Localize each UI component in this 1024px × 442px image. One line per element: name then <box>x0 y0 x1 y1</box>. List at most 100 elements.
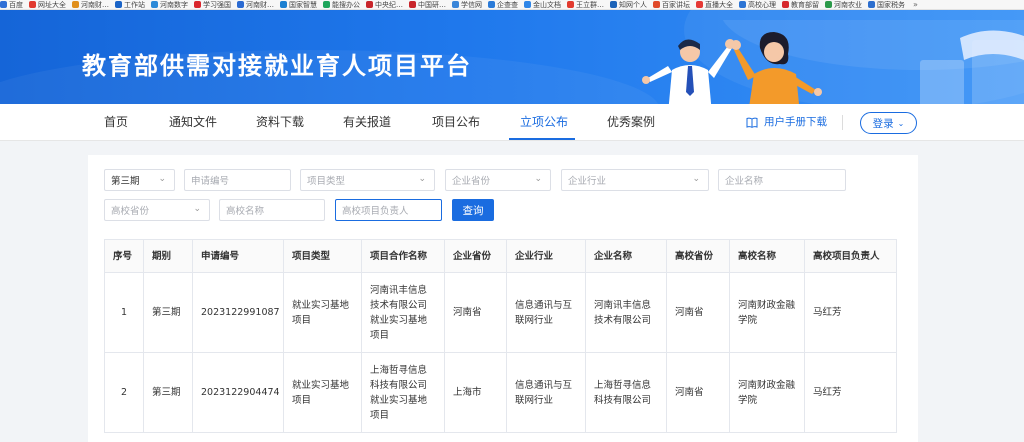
bookmark-label: 王立群… <box>576 0 604 9</box>
bookmark-label: 河南数字 <box>160 0 188 9</box>
bookmark-item[interactable]: 网址大全 <box>29 0 66 9</box>
bookmark-item[interactable]: 河南农业 <box>825 0 862 9</box>
bookmark-item[interactable]: 金山文档 <box>524 0 561 9</box>
bookmark-favicon-icon <box>524 1 531 8</box>
application-number-input[interactable]: 申请编号 <box>184 169 291 191</box>
chevron-down-icon: ⌄ <box>534 174 542 184</box>
enterprise-name-placeholder: 企业名称 <box>725 176 764 187</box>
bookmark-item[interactable]: 知网个人 <box>610 0 647 9</box>
university-name-input[interactable]: 高校名称 <box>219 199 325 221</box>
bookmark-item[interactable]: 工作站 <box>115 0 145 9</box>
bookmark-item[interactable]: 王立群… <box>567 0 604 9</box>
bookmark-item[interactable]: 河南财… <box>237 0 274 9</box>
nav-approved-projects[interactable]: 立项公布 <box>520 104 568 141</box>
chevron-down-icon: ⌄ <box>692 174 700 184</box>
bookmark-item[interactable]: 企查查 <box>488 0 518 9</box>
table-cell: 河南省 <box>444 272 507 353</box>
nav-projects[interactable]: 项目公布 <box>432 104 480 141</box>
user-manual-download-link[interactable]: 用户手册下载 <box>746 104 827 141</box>
period-select-value: 第三期 <box>111 176 140 187</box>
university-province-select[interactable]: 高校省份 ⌄ <box>104 199 210 221</box>
table-row: 1 第三期 2023122991087 就业实习基地项目 河南讯丰信息技术有限公… <box>104 272 897 353</box>
bookmark-label: 高校心理 <box>748 0 776 9</box>
active-tab-indicator <box>509 138 575 140</box>
more-bookmarks-icon[interactable]: » <box>913 0 918 9</box>
nav-notices[interactable]: 通知文件 <box>169 104 217 141</box>
university-province-placeholder: 高校省份 <box>111 206 150 217</box>
bookmark-favicon-icon <box>409 1 416 8</box>
bookmark-label: 河南农业 <box>834 0 862 9</box>
bookmark-favicon-icon <box>452 1 459 8</box>
chevron-down-icon: ⌄ <box>418 174 426 184</box>
column-header: 项目类型 <box>283 239 362 273</box>
bookmark-item[interactable]: 国家智慧 <box>280 0 317 9</box>
chevron-down-icon: ⌄ <box>193 204 201 214</box>
table-cell: 马红芳 <box>804 272 897 353</box>
bookmark-label: 能搜办公 <box>332 0 360 9</box>
bookmark-item[interactable]: 能搜办公 <box>323 0 360 9</box>
period-select[interactable]: 第三期 ⌄ <box>104 169 175 191</box>
login-button[interactable]: 登录 ⌄ <box>860 112 917 134</box>
table-cell: 河南省 <box>666 272 730 353</box>
column-header: 高校省份 <box>666 239 730 273</box>
project-type-select[interactable]: 项目类型 ⌄ <box>300 169 435 191</box>
site-banner: 教育部供需对接就业育人项目平台 <box>0 10 1024 104</box>
bookmark-item[interactable]: 教育部留 <box>782 0 819 9</box>
bookmark-item[interactable]: 百家讲坛 <box>653 0 690 9</box>
column-header: 申请编号 <box>192 239 284 273</box>
bookmark-label: 网址大全 <box>38 0 66 9</box>
bookmark-item[interactable]: 中国研… <box>409 0 446 9</box>
bookmark-favicon-icon <box>194 1 201 8</box>
bookmark-favicon-icon <box>653 1 660 8</box>
bookmark-label: 国家智慧 <box>289 0 317 9</box>
bookmark-item[interactable]: 直播大全 <box>696 0 733 9</box>
bookmark-label: 河南财… <box>81 0 109 9</box>
enterprise-province-select[interactable]: 企业省份 ⌄ <box>445 169 551 191</box>
application-number-placeholder: 申请编号 <box>191 176 230 187</box>
bookmark-item[interactable]: 国家税务 <box>868 0 905 9</box>
bookmark-item[interactable]: 高校心理 <box>739 0 776 9</box>
table-cell: 2023122991087 <box>192 272 284 353</box>
bookmark-item[interactable]: 中央纪… <box>366 0 403 9</box>
bookmark-label: 河南财… <box>246 0 274 9</box>
bookmark-item[interactable]: 百度 <box>0 0 23 9</box>
user-manual-label: 用户手册下载 <box>764 116 827 128</box>
bookmark-favicon-icon <box>72 1 79 8</box>
enterprise-name-input[interactable]: 企业名称 <box>718 169 846 191</box>
column-header: 高校名称 <box>729 239 805 273</box>
bookmark-favicon-icon <box>237 1 244 8</box>
bookmark-item[interactable]: 河南数字 <box>151 0 188 9</box>
site-title: 教育部供需对接就业育人项目平台 <box>82 52 472 80</box>
table-cell: 2023122904474 <box>192 352 284 433</box>
bookmark-label: 金山文档 <box>533 0 561 9</box>
column-header: 序号 <box>104 239 144 273</box>
chevron-down-icon: ⌄ <box>158 174 166 184</box>
bookmark-favicon-icon <box>115 1 122 8</box>
bookmark-label: 学习强国 <box>203 0 231 9</box>
bookmark-item[interactable]: 学信网 <box>452 0 482 9</box>
column-header: 企业行业 <box>506 239 586 273</box>
table-cell: 上海市 <box>444 352 507 433</box>
enterprise-industry-select[interactable]: 企业行业 ⌄ <box>561 169 709 191</box>
table-cell: 上海哲寻信息科技有限公司 <box>585 352 667 433</box>
bookmark-favicon-icon <box>29 1 36 8</box>
nav-excellent-cases[interactable]: 优秀案例 <box>607 104 655 141</box>
bookmark-item[interactable]: 河南财… <box>72 0 109 9</box>
nav-reports[interactable]: 有关报道 <box>343 104 391 141</box>
bookmark-favicon-icon <box>868 1 875 8</box>
nav-home[interactable]: 首页 <box>104 104 128 141</box>
nav-downloads[interactable]: 资料下载 <box>256 104 304 141</box>
table-cell: 第三期 <box>143 352 193 433</box>
bookmark-label: 中央纪… <box>375 0 403 9</box>
project-type-placeholder: 项目类型 <box>307 176 346 187</box>
bookmark-label: 直播大全 <box>705 0 733 9</box>
bookmark-item[interactable]: 学习强国 <box>194 0 231 9</box>
bookmark-label: 学信网 <box>461 0 482 9</box>
table-cell: 河南讯丰信息技术有限公司 <box>585 272 667 353</box>
university-leader-input[interactable]: 高校项目负责人 <box>335 199 442 221</box>
column-header: 期别 <box>143 239 193 273</box>
bookmark-label: 国家税务 <box>877 0 905 9</box>
query-button[interactable]: 查询 <box>452 199 494 221</box>
bookmark-label: 工作站 <box>124 0 145 9</box>
table-cell: 马红芳 <box>804 352 897 433</box>
